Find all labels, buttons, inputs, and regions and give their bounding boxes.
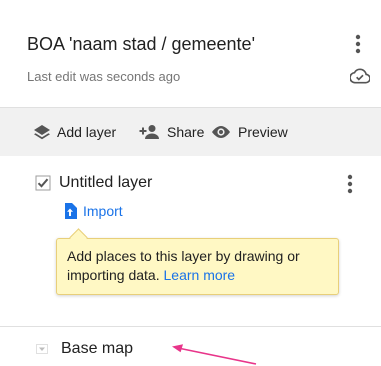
toolbar: Add layer Share Preview (0, 108, 381, 156)
add-layer-button[interactable]: Add layer (33, 108, 116, 156)
layer-visibility-checkbox[interactable] (35, 175, 51, 191)
preview-label: Preview (238, 124, 288, 140)
eye-icon (210, 124, 232, 140)
more-vert-icon (347, 174, 353, 194)
map-title[interactable]: BOA 'naam stad / gemeente' (27, 34, 255, 55)
section-divider (0, 326, 381, 327)
base-map-label[interactable]: Base map (61, 340, 133, 358)
map-options-button[interactable] (346, 32, 370, 56)
hint-tooltip: Add places to this layer by drawing or i… (56, 238, 339, 295)
more-vert-icon (355, 34, 361, 54)
upload-icon (63, 203, 77, 219)
annotation-arrow-icon (172, 344, 257, 365)
person-add-icon (139, 124, 161, 140)
layer-options-button[interactable] (338, 172, 362, 196)
layers-icon (33, 124, 51, 140)
share-label: Share (167, 124, 205, 140)
import-label: Import (83, 203, 123, 219)
preview-button[interactable]: Preview (210, 108, 288, 156)
learn-more-link[interactable]: Learn more (164, 267, 236, 283)
share-button[interactable]: Share (139, 108, 204, 156)
add-layer-label: Add layer (57, 124, 117, 140)
cloud-done-icon (350, 68, 370, 84)
import-link[interactable]: Import (63, 202, 123, 220)
layer-title[interactable]: Untitled layer (59, 174, 152, 192)
expand-caret-icon[interactable] (36, 344, 48, 354)
last-edit-status: Last edit was seconds ago (27, 69, 181, 84)
